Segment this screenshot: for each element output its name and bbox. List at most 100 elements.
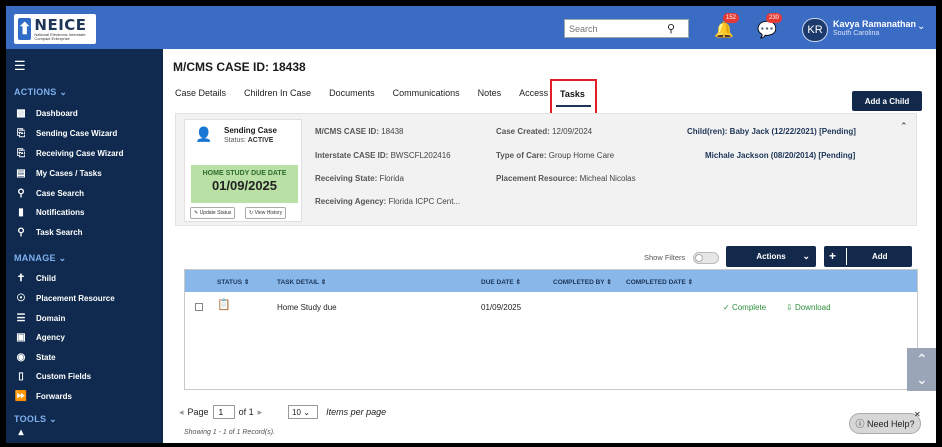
sidebar-item-label: Domain <box>36 313 66 323</box>
add-task-button[interactable]: + Add <box>824 246 912 267</box>
domain-icon: ☰ <box>16 312 26 324</box>
actions-dropdown-button[interactable]: Actions ⌄ <box>726 246 816 267</box>
tab-case-details[interactable]: Case Details <box>175 88 226 102</box>
sidebar-item-label: Dashboard <box>36 108 78 118</box>
sidebar-item-child[interactable]: ✝ Child <box>14 269 159 287</box>
tab-documents[interactable]: Documents <box>329 88 375 102</box>
header-label: TASK DETAIL <box>277 279 319 286</box>
view-history-label: View History <box>254 210 283 216</box>
row-checkbox[interactable] <box>195 303 203 311</box>
next-page-icon[interactable]: ▸ <box>258 407 263 418</box>
scroll-down-icon[interactable]: ⌄ <box>916 371 928 388</box>
sidebar-item-domain[interactable]: ☰ Domain <box>14 309 159 327</box>
sidebar-item-task-search[interactable]: ⚲ Task Search <box>14 223 159 241</box>
due-date-cell: 01/09/2025 <box>481 303 522 312</box>
search-input[interactable] <box>565 23 665 34</box>
search-icon[interactable]: ⚲ <box>667 22 675 35</box>
user-name[interactable]: Kavya Ramanathan <box>833 19 916 29</box>
column-header-completed-date[interactable]: COMPLETED DATE ⇕ <box>626 278 693 286</box>
task-detail: Home Study due <box>277 303 337 312</box>
chat-icon[interactable]: 💬 230 <box>757 13 783 39</box>
field-label: Type of Care: <box>496 151 547 160</box>
sidebar-item-notifications[interactable]: ▮ Notifications <box>14 203 159 221</box>
tab-notes[interactable]: Notes <box>478 88 502 102</box>
document-icon: ▯ <box>18 370 24 382</box>
sidebar-item-case-search[interactable]: ⚲ Case Search <box>14 184 159 202</box>
header-label: DUE DATE <box>481 279 514 286</box>
sidebar-item-custom-fields[interactable]: ▯ Custom Fields <box>14 367 159 385</box>
scroll-up-icon[interactable]: ⌃ <box>916 351 928 368</box>
sidebar-item-receiving-case-wizard[interactable]: ⎘ Receiving Case Wizard <box>14 144 159 162</box>
manage-section-header[interactable]: MANAGE ⌄ <box>14 253 66 264</box>
tab-tasks[interactable]: Tasks <box>560 89 585 99</box>
interstate-id-field: Interstate CASE ID: BWSCFL202416 <box>315 151 451 160</box>
child-link[interactable]: Michale Jackson (08/20/2014) [Pending] <box>705 151 855 160</box>
field-label: Case Created: <box>496 127 550 136</box>
tab-children-in-case[interactable]: Children In Case <box>244 88 311 102</box>
sidebar-item-sending-case-wizard[interactable]: ⎘ Sending Case Wizard <box>14 124 159 142</box>
sidebar-item-label: Notifications <box>36 207 85 217</box>
field-label: Receiving Agency: <box>315 197 387 206</box>
records-summary: Showing 1 - 1 of 1 Record(s). <box>184 429 276 436</box>
download-icon: ⇩ <box>786 303 795 312</box>
column-header-due-date[interactable]: DUE DATE ⇕ <box>481 278 521 286</box>
case-status: Status: ACTIVE <box>224 137 273 144</box>
receiving-state-field: Receiving State: Florida <box>315 174 404 183</box>
bell-icon[interactable]: 🔔 152 <box>714 13 740 39</box>
child-icon: ✝ <box>16 272 26 284</box>
search-box: ⚲ <box>564 19 689 38</box>
sidebar-item-my-cases[interactable]: ▤ My Cases / Tasks <box>14 164 159 182</box>
sidebar-item-dashboard[interactable]: ▩ Dashboard <box>14 104 159 122</box>
close-icon[interactable]: ✕ <box>914 410 921 419</box>
child-link[interactable]: Baby Jack (12/22/2021) [Pending] <box>730 127 856 136</box>
sidebar-item-label: Case Search <box>36 188 85 198</box>
task-search-icon: ⚲ <box>17 226 25 238</box>
type-of-care-field: Type of Care: Group Home Care <box>496 151 614 160</box>
header-label: COMPLETED BY <box>553 279 605 286</box>
receiving-agency-field: Receiving Agency: Florida ICPC Cent... <box>315 197 460 206</box>
due-label: HOME STUDY DUE DATE <box>202 170 287 177</box>
chevron-down-icon[interactable]: ⌄ <box>917 21 925 32</box>
logo-text: NEICE <box>34 15 87 34</box>
need-help-button[interactable]: ⓘ Need Help? <box>849 413 921 434</box>
person-check-icon: 👤 <box>195 126 213 142</box>
show-filters-toggle[interactable] <box>693 252 719 264</box>
items-per-page-select[interactable]: 10 ⌄ <box>288 405 319 419</box>
column-header-status[interactable]: STATUS ⇕ <box>217 278 249 286</box>
tab-tasks-highlight[interactable]: Tasks <box>550 79 597 116</box>
page-number-input[interactable] <box>212 405 235 419</box>
sidebar-item-placement-resource[interactable]: ☉ Placement Resource <box>14 289 159 307</box>
sidebar-item-forwards[interactable]: ⏩ Forwards <box>14 387 159 405</box>
tab-communications[interactable]: Communications <box>393 88 460 102</box>
sidebar-item-label: Agency <box>36 332 65 342</box>
field-value: Florida ICPC Cent... <box>388 197 461 206</box>
case-search-icon: ⚲ <box>17 187 25 199</box>
column-header-task-detail[interactable]: TASK DETAIL ⇕ <box>277 278 326 286</box>
hamburger-menu-icon[interactable]: ☰ <box>14 58 26 74</box>
show-filters-label: Show Filters <box>644 253 686 262</box>
active-tab-underline <box>556 105 591 107</box>
logo-mark-icon: ⬆ <box>18 18 32 40</box>
download-link[interactable]: ⇩ Download <box>786 303 831 312</box>
case-id-field: M/CMS CASE ID: 18438 <box>315 127 403 136</box>
update-status-button[interactable]: ✎ Update Status <box>190 207 236 219</box>
tools-section-header[interactable]: TOOLS ⌄ <box>14 414 57 425</box>
neice-logo[interactable]: ⬆ NEICE National Electronic Interstate C… <box>14 14 96 44</box>
field-label: Interstate CASE ID: <box>315 151 389 160</box>
add-child-button[interactable]: Add a Child <box>852 91 922 111</box>
sidebar-item-tools-first[interactable]: ▴ <box>14 427 159 438</box>
column-header-completed-by[interactable]: COMPLETED BY ⇕ <box>553 278 612 286</box>
sending-case-title: Sending Case <box>224 126 277 135</box>
list-icon: ▤ <box>16 167 26 179</box>
avatar[interactable]: KR <box>802 18 828 42</box>
tab-access[interactable]: Access <box>519 88 548 102</box>
sidebar: ☰ ACTIONS ⌄ ▩ Dashboard ⎘ Sending Case Wiz… <box>6 49 163 443</box>
complete-link[interactable]: ✓ Complete <box>723 303 766 312</box>
prev-page-icon[interactable]: ◂ <box>179 407 184 418</box>
actions-section-header[interactable]: ACTIONS ⌄ <box>14 87 67 98</box>
sidebar-item-state[interactable]: ◉ State <box>14 348 159 366</box>
view-history-button[interactable]: ↻ View History <box>245 207 287 219</box>
sidebar-item-agency[interactable]: ▣ Agency <box>14 328 159 346</box>
chevron-up-icon[interactable]: ⌃ <box>900 121 908 132</box>
chat-icon: ▮ <box>18 206 24 218</box>
